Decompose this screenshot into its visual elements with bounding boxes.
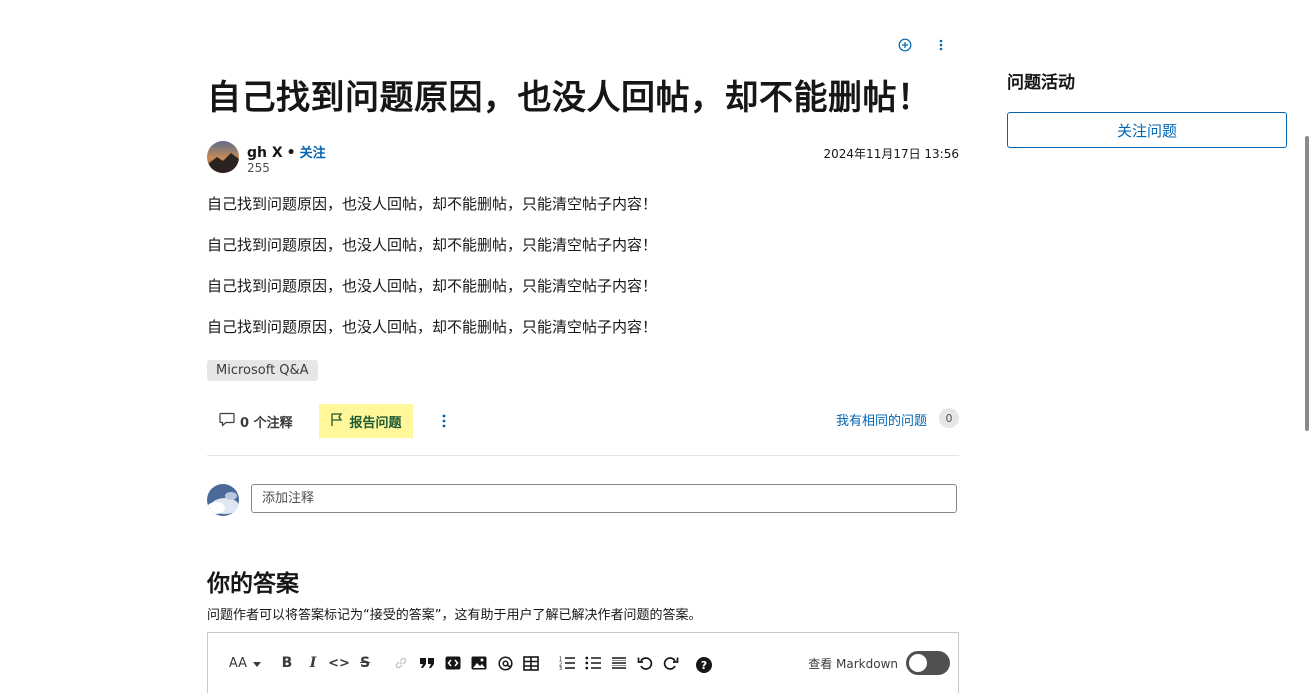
same-question-count-badge: 0 xyxy=(939,408,959,428)
inline-code-button[interactable]: <> xyxy=(326,653,352,673)
chevron-down-icon xyxy=(253,655,262,671)
help-icon[interactable]: ? xyxy=(696,657,712,673)
author-reputation: 255 xyxy=(247,161,270,175)
svg-text:3: 3 xyxy=(559,666,562,670)
add-comment-input[interactable] xyxy=(251,484,957,513)
code-block-icon[interactable] xyxy=(440,653,466,673)
question-actions: 0 个注释 报告问题 我有相同的问题 0 xyxy=(207,404,959,438)
add-comment-row xyxy=(207,484,959,516)
markdown-label: 查看 Markdown xyxy=(808,656,898,671)
top-actions xyxy=(896,36,950,54)
author-separator: • xyxy=(286,145,296,161)
follow-question-button[interactable]: 关注问题 xyxy=(1007,112,1287,148)
post-date: 2024年11月17日 13:56 xyxy=(823,147,959,161)
font-size-label: AA xyxy=(228,655,248,671)
image-icon[interactable] xyxy=(466,653,492,673)
page-scrollbar[interactable] xyxy=(1303,0,1311,676)
quote-icon[interactable] xyxy=(414,653,440,673)
markdown-toggle-group: 查看 Markdown xyxy=(808,651,950,675)
link-icon[interactable] xyxy=(388,653,414,673)
comments-label: 0 个注释 xyxy=(240,416,293,431)
strikethrough-button[interactable]: S xyxy=(352,653,378,673)
author-name-line: gh X • 关注 xyxy=(247,142,326,161)
your-answer-heading: 你的答案 xyxy=(207,571,299,597)
comment-icon xyxy=(219,412,235,431)
horizontal-rule-icon[interactable] xyxy=(606,653,632,673)
scrollbar-thumb[interactable] xyxy=(1305,136,1309,431)
bulleted-list-icon[interactable] xyxy=(580,653,606,673)
table-icon[interactable] xyxy=(518,653,544,673)
editor-toolbar: AA B I <> S 123 ? xyxy=(226,653,712,673)
comments-button[interactable]: 0 个注释 xyxy=(219,412,293,431)
author-name[interactable]: gh X xyxy=(247,145,283,161)
add-circle-icon[interactable] xyxy=(896,36,914,54)
font-size-dropdown[interactable]: AA xyxy=(226,653,264,673)
question-title: 自己找到问题原因，也没人回帖，却不能删帖！ xyxy=(207,78,932,118)
more-actions-icon[interactable] xyxy=(437,412,451,434)
current-user-avatar xyxy=(207,484,239,516)
question-activity-heading: 问题活动 xyxy=(1007,73,1075,93)
toggle-knob xyxy=(909,654,927,672)
numbered-list-icon[interactable]: 123 xyxy=(554,653,580,673)
author-row: gh X • 关注 255 2024年11月17日 13:56 xyxy=(207,140,959,176)
author-avatar[interactable] xyxy=(207,141,239,173)
redo-icon[interactable] xyxy=(658,653,684,673)
follow-author-link[interactable]: 关注 xyxy=(300,146,326,161)
tag-microsoft-qa[interactable]: Microsoft Q&A xyxy=(207,360,318,381)
question-body: 自己找到问题原因，也没人回帖，却不能删帖，只能清空帖子内容！ 自己找到问题原因，… xyxy=(207,195,959,359)
answer-description: 问题作者可以将答案标记为“接受的答案”，这有助于用户了解已解决作者问题的答案。 xyxy=(207,608,702,623)
answer-editor: AA B I <> S 123 ? 查看 Markdown xyxy=(207,632,959,693)
body-paragraph: 自己找到问题原因，也没人回帖，却不能删帖，只能清空帖子内容！ xyxy=(207,195,658,213)
body-paragraph: 自己找到问题原因，也没人回帖，却不能删帖，只能清空帖子内容！ xyxy=(207,236,658,254)
same-question-link[interactable]: 我有相同的问题 xyxy=(836,410,927,429)
italic-button[interactable]: I xyxy=(300,653,326,673)
flag-icon xyxy=(330,412,344,431)
report-question-button[interactable]: 报告问题 xyxy=(319,404,413,438)
body-paragraph: 自己找到问题原因，也没人回帖，却不能删帖，只能清空帖子内容！ xyxy=(207,318,658,336)
undo-icon[interactable] xyxy=(632,653,658,673)
body-paragraph: 自己找到问题原因，也没人回帖，却不能删帖，只能清空帖子内容！ xyxy=(207,277,658,295)
mention-icon[interactable] xyxy=(492,653,518,673)
report-label: 报告问题 xyxy=(349,415,402,431)
bold-button[interactable]: B xyxy=(274,653,300,673)
markdown-toggle[interactable] xyxy=(906,651,950,675)
divider xyxy=(207,455,959,456)
more-vertical-icon[interactable] xyxy=(932,36,950,54)
